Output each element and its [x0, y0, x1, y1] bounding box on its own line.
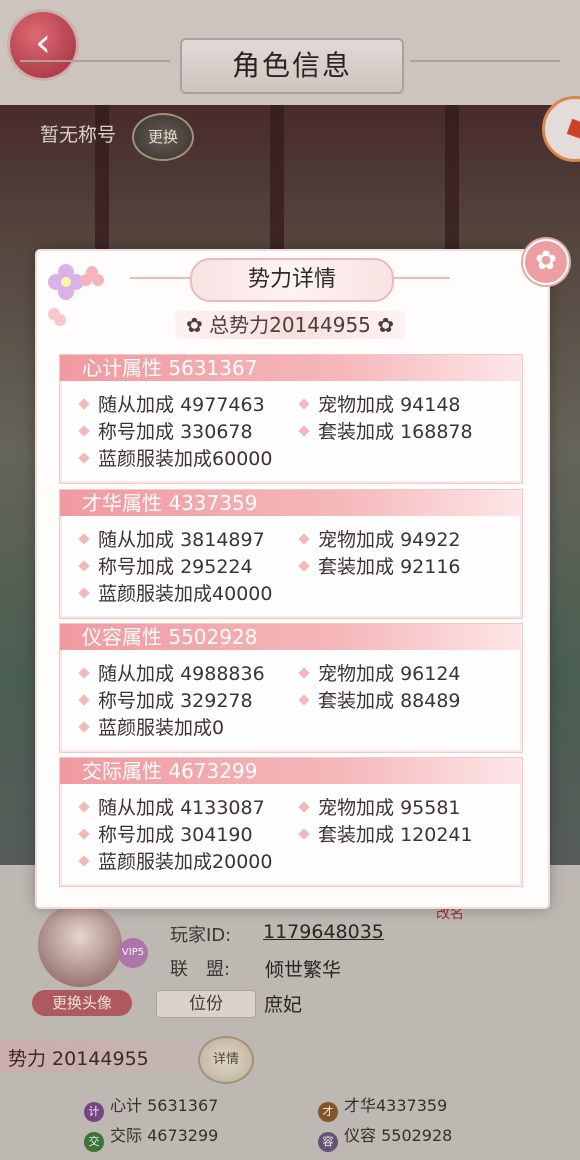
bullet-icon — [298, 694, 310, 706]
stat-row: 随从加成 4977463 — [78, 390, 265, 417]
stat-row: 随从加成 3814897 — [78, 525, 265, 552]
bullet-icon — [78, 855, 90, 867]
bullet-icon — [78, 587, 90, 599]
stat-row: 套装加成 168878 — [298, 417, 473, 444]
section-title: 心计属性 5631367 — [82, 356, 258, 380]
bullet-icon — [78, 533, 90, 545]
bullet-icon — [298, 667, 310, 679]
stat-row: 宠物加成 96124 — [298, 659, 461, 686]
flower-ornament-icon — [48, 264, 104, 326]
bullet-icon — [78, 828, 90, 840]
bullet-icon — [78, 694, 90, 706]
bullet-icon — [298, 425, 310, 437]
bullet-icon — [298, 398, 310, 410]
stat-row: 套装加成 88489 — [298, 686, 461, 713]
total-power-value: 总势力20144955 — [209, 313, 371, 337]
bullet-icon — [78, 452, 90, 464]
section-title: 仪容属性 5502928 — [82, 625, 258, 649]
bullet-icon — [298, 801, 310, 813]
bullet-icon — [298, 560, 310, 572]
section-card-social: 交际属性 4673299 随从加成 4133087 宠物加成 95581 称号加… — [59, 757, 523, 887]
stat-row: 称号加成 304190 — [78, 820, 253, 847]
bullet-icon — [78, 801, 90, 813]
bullet-icon — [298, 533, 310, 545]
total-power: ✿ 总势力20144955 ✿ — [175, 311, 405, 339]
stat-row: 称号加成 329278 — [78, 686, 253, 713]
bullet-icon — [78, 425, 90, 437]
bullet-icon — [78, 398, 90, 410]
stat-row: 套装加成 92116 — [298, 552, 461, 579]
bullet-icon — [78, 667, 90, 679]
stat-row: 蓝颜服装加成60000 — [78, 444, 272, 471]
section-title: 交际属性 4673299 — [82, 759, 258, 783]
title-wing-left — [130, 277, 190, 279]
bullet-icon — [298, 828, 310, 840]
section-card-appearance: 仪容属性 5502928 随从加成 4988836 宠物加成 96124 称号加… — [59, 623, 523, 753]
close-icon[interactable]: ✿ — [523, 239, 569, 285]
stat-row: 随从加成 4133087 — [78, 793, 265, 820]
stat-row: 蓝颜服装加成40000 — [78, 579, 272, 606]
stat-row: 蓝颜服装加成0 — [78, 713, 224, 740]
bullet-icon — [78, 560, 90, 572]
stat-row: 蓝颜服装加成20000 — [78, 847, 272, 874]
section-title: 才华属性 4337359 — [82, 491, 258, 515]
dialog-title: 势力详情 — [190, 258, 394, 302]
title-wing-right — [390, 277, 450, 279]
section-card-scheming: 心计属性 5631367 随从加成 4977463 宠物加成 94148 称号加… — [59, 354, 523, 484]
stat-row: 称号加成 295224 — [78, 552, 253, 579]
stat-row: 称号加成 330678 — [78, 417, 253, 444]
bullet-icon — [78, 721, 90, 733]
stat-row: 宠物加成 94148 — [298, 390, 461, 417]
stat-row: 套装加成 120241 — [298, 820, 473, 847]
section-card-talent: 才华属性 4337359 随从加成 3814897 宠物加成 94922 称号加… — [59, 489, 523, 619]
stat-row: 随从加成 4988836 — [78, 659, 265, 686]
stat-row: 宠物加成 94922 — [298, 525, 461, 552]
stat-row: 宠物加成 95581 — [298, 793, 461, 820]
